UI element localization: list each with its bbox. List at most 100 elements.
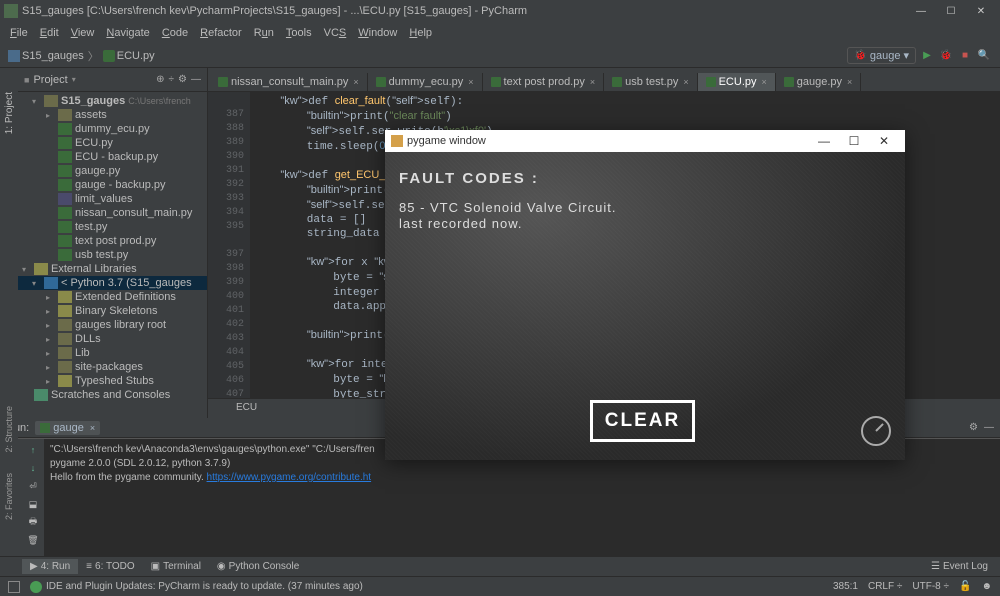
favorites-tool-tab[interactable]: 2: Favorites <box>4 473 14 520</box>
run-button[interactable]: ▶ <box>919 48 935 64</box>
tree-item[interactable]: usb test.py <box>18 248 207 262</box>
python-icon <box>612 77 622 87</box>
tree-scratches[interactable]: Scratches and Consoles <box>18 388 207 402</box>
breadcrumb: S15_gauges 〉 ECU.py <box>8 48 847 64</box>
event-log[interactable]: ☰Event Log <box>923 559 996 574</box>
menu-navigate[interactable]: Navigate <box>100 25 155 41</box>
lock-icon[interactable]: 🔓 <box>959 581 971 592</box>
menu-refactor[interactable]: Refactor <box>194 25 248 41</box>
pygame-maximize[interactable]: ☐ <box>839 131 869 151</box>
tree-item[interactable]: gauge - backup.py <box>18 178 207 192</box>
project-hide-icon[interactable]: — <box>191 74 201 85</box>
console-link[interactable]: https://www.pygame.org/contribute.ht <box>207 472 372 483</box>
tool-python-console[interactable]: ◉Python Console <box>209 559 307 574</box>
tool-window-icon[interactable] <box>8 581 20 593</box>
project-tool-tab[interactable]: 1: Project <box>2 88 17 138</box>
gauge-icon[interactable] <box>861 416 891 446</box>
tree-item[interactable]: text post prod.py <box>18 234 207 248</box>
tool-terminal[interactable]: ▣Terminal <box>143 559 209 574</box>
close-icon[interactable]: × <box>468 77 473 87</box>
tree-item[interactable]: limit_values <box>18 192 207 206</box>
structure-tool-tab[interactable]: 2: Structure <box>4 406 14 453</box>
caret-position[interactable]: 385:1 <box>833 581 858 592</box>
project-sync-icon[interactable]: ⊕ <box>156 74 164 85</box>
encoding[interactable]: UTF-8 ÷ <box>912 581 949 592</box>
bug-icon: 🐞 <box>854 50 866 61</box>
menu-view[interactable]: View <box>65 25 101 41</box>
run-config-selector[interactable]: 🐞 gauge ▾ <box>847 47 916 64</box>
tree-item[interactable]: test.py <box>18 220 207 234</box>
tree-item[interactable]: ▸site-packages <box>18 360 207 374</box>
crumb-file[interactable]: ECU.py <box>103 50 155 62</box>
editor-tab[interactable]: nissan_consult_main.py× <box>210 73 368 91</box>
tree-item[interactable]: ▸gauges library root <box>18 318 207 332</box>
close-icon[interactable]: × <box>590 77 595 87</box>
close-icon[interactable]: × <box>353 77 358 87</box>
python-icon <box>58 235 72 247</box>
trash-icon[interactable]: 🗑 <box>26 533 40 547</box>
pygame-window[interactable]: pygame window — ☐ ✕ FAULT CODES : 85 - V… <box>385 130 905 460</box>
pygame-canvas[interactable]: FAULT CODES : 85 - VTC Solenoid Valve Ci… <box>385 152 905 460</box>
menu-window[interactable]: Window <box>352 25 403 41</box>
project-tree[interactable]: ▾S15_gauges C:\Users\french ▸assets dumm… <box>18 92 207 418</box>
tree-root[interactable]: ▾S15_gauges C:\Users\french <box>18 94 207 108</box>
down-icon[interactable]: ↓ <box>26 461 40 475</box>
tree-item[interactable]: ▸Extended Definitions <box>18 290 207 304</box>
tree-item[interactable]: ECU.py <box>18 136 207 150</box>
pygame-close[interactable]: ✕ <box>869 131 899 151</box>
minimize-button[interactable]: — <box>906 1 936 21</box>
hector-icon[interactable]: ☻ <box>981 581 992 592</box>
print-icon[interactable]: 🖶 <box>26 515 40 529</box>
menu-run[interactable]: Run <box>248 25 280 41</box>
status-message[interactable]: IDE and Plugin Updates: PyCharm is ready… <box>46 581 363 592</box>
tree-ext-lib[interactable]: ▾External Libraries <box>18 262 207 276</box>
close-icon[interactable]: × <box>90 423 95 433</box>
tree-item[interactable]: ▸Binary Skeletons <box>18 304 207 318</box>
tool-todo[interactable]: ≡6: TODO <box>78 559 143 574</box>
up-icon[interactable]: ↑ <box>26 443 40 457</box>
tool-run[interactable]: ▶4: Run <box>22 559 78 574</box>
close-button[interactable]: ✕ <box>966 1 996 21</box>
maximize-button[interactable]: ☐ <box>936 1 966 21</box>
menu-vcs[interactable]: VCS <box>318 25 353 41</box>
tree-item[interactable]: ▸DLLs <box>18 332 207 346</box>
tree-item[interactable]: ECU - backup.py <box>18 150 207 164</box>
line-ending[interactable]: CRLF ÷ <box>868 581 902 592</box>
run-tab[interactable]: gauge× <box>35 421 100 435</box>
pygame-titlebar[interactable]: pygame window — ☐ ✕ <box>385 130 905 152</box>
pygame-minimize[interactable]: — <box>809 131 839 151</box>
menu-edit[interactable]: Edit <box>34 25 65 41</box>
menu-tools[interactable]: Tools <box>280 25 318 41</box>
tree-item[interactable]: dummy_ecu.py <box>18 122 207 136</box>
tree-python-env[interactable]: ▾< Python 3.7 (S15_gauges <box>18 276 207 290</box>
crumb-project[interactable]: S15_gauges <box>8 50 84 62</box>
editor-tab[interactable]: text post prod.py× <box>483 73 605 91</box>
python-icon <box>103 50 115 62</box>
wrap-icon[interactable]: ⏎ <box>26 479 40 493</box>
run-settings-icon[interactable]: ⚙ <box>969 422 978 433</box>
project-settings-icon[interactable]: ⚙ <box>178 74 187 85</box>
tree-item[interactable]: nissan_consult_main.py <box>18 206 207 220</box>
project-collapse-icon[interactable]: ÷ <box>169 74 175 85</box>
menu-file[interactable]: File <box>4 25 34 41</box>
editor-tab-active[interactable]: ECU.py× <box>698 73 776 91</box>
menu-help[interactable]: Help <box>403 25 438 41</box>
debug-button[interactable]: 🐞 <box>938 48 954 64</box>
search-button[interactable]: 🔍 <box>976 48 992 64</box>
menu-code[interactable]: Code <box>156 25 194 41</box>
tree-item[interactable]: ▸Lib <box>18 346 207 360</box>
editor-tab[interactable]: dummy_ecu.py× <box>368 73 483 91</box>
close-icon[interactable]: × <box>847 77 852 87</box>
editor-tab[interactable]: gauge.py× <box>776 73 862 91</box>
run-hide-icon[interactable]: — <box>984 422 994 433</box>
clear-button[interactable]: CLEAR <box>590 400 695 442</box>
editor-tab[interactable]: usb test.py× <box>604 73 697 91</box>
close-icon[interactable]: × <box>762 77 767 87</box>
tree-item[interactable]: ▸assets <box>18 108 207 122</box>
lib-icon <box>58 291 72 303</box>
scroll-icon[interactable]: ⬓ <box>26 497 40 511</box>
stop-button[interactable]: ■ <box>957 48 973 64</box>
tree-item[interactable]: ▸Typeshed Stubs <box>18 374 207 388</box>
tree-item[interactable]: gauge.py <box>18 164 207 178</box>
close-icon[interactable]: × <box>683 77 688 87</box>
